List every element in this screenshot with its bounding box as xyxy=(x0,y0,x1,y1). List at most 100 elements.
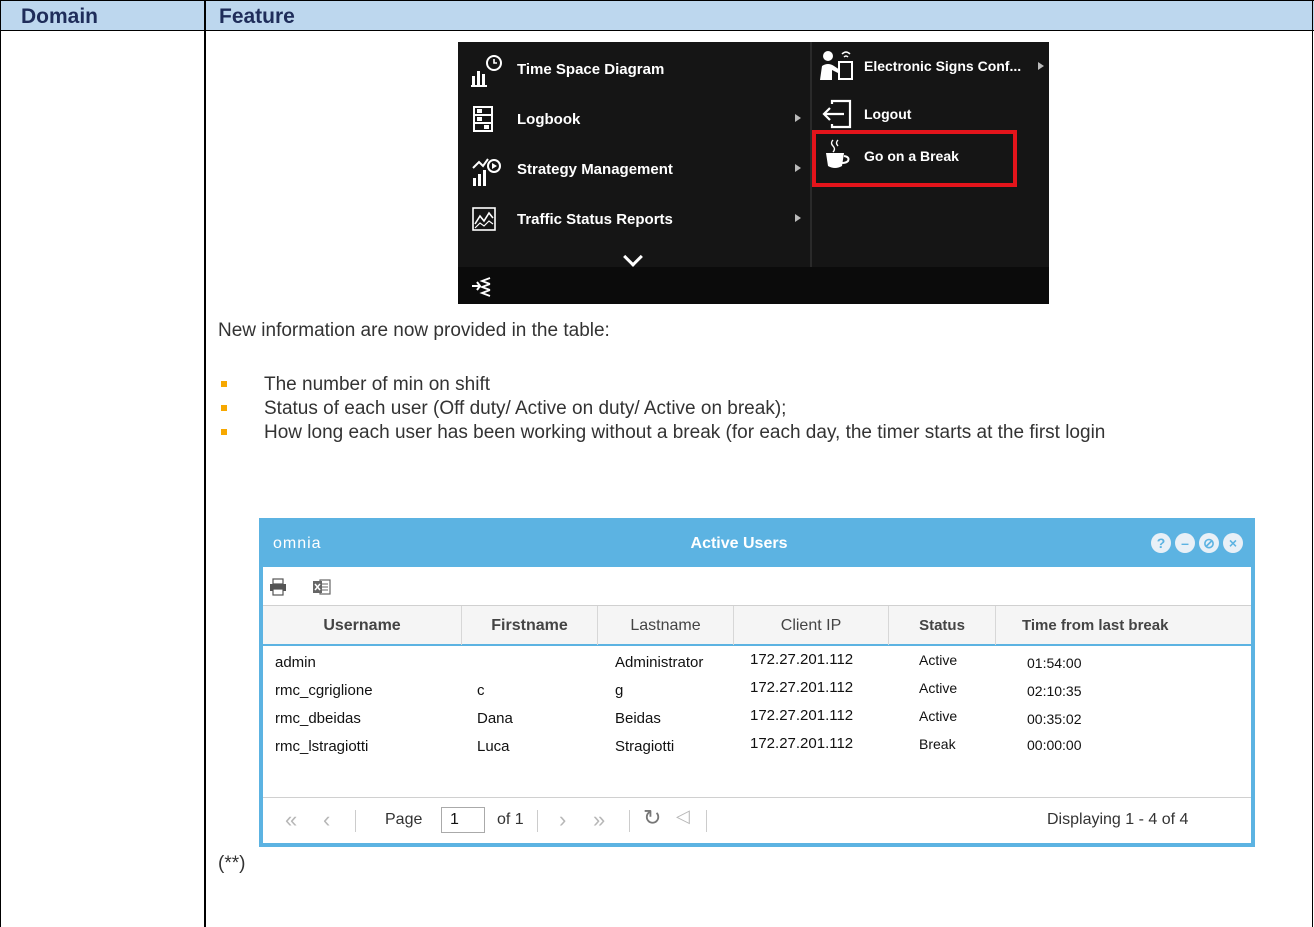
list-item: How long each user has been working with… xyxy=(218,421,1308,444)
menu-item-strategy-management[interactable]: Strategy Management xyxy=(458,146,810,196)
menu-item-traffic-status-reports[interactable]: Traffic Status Reports xyxy=(458,196,810,246)
chevron-down-icon[interactable] xyxy=(623,247,643,267)
menu-bottom-bar xyxy=(458,267,1049,304)
traffic-status-reports-icon xyxy=(470,204,504,238)
cell-status: Break xyxy=(919,736,956,752)
close-icon: × xyxy=(1228,535,1238,551)
table-header-row: Domain Feature xyxy=(1,0,1314,31)
restore-button[interactable]: ⊘ xyxy=(1199,533,1219,553)
footnote: (**) xyxy=(218,853,246,874)
page-number-input[interactable]: 1 xyxy=(441,807,485,833)
cell-username: rmc_cgriglione xyxy=(275,682,373,699)
bullet-square-icon xyxy=(221,429,227,435)
menu-item-label: Logout xyxy=(864,106,912,122)
window-controls: ? – ⊘ × xyxy=(1151,533,1243,553)
toolbar xyxy=(263,567,1251,605)
table-right-border xyxy=(1312,0,1313,927)
collapse-arrows-icon[interactable] xyxy=(470,275,492,297)
cell-lastname: Administrator xyxy=(615,654,704,671)
excel-export-icon[interactable] xyxy=(313,578,331,596)
list-item-text: Status of each user (Off duty/ Active on… xyxy=(264,398,787,419)
cell-status: Active xyxy=(919,652,958,668)
menu-item-electronic-signs[interactable]: Electronic Signs Conf... xyxy=(812,48,1049,88)
pager-separator xyxy=(537,810,538,832)
submenu-arrow-icon xyxy=(1038,62,1044,70)
menu-item-label: Strategy Management xyxy=(517,161,673,178)
minimize-icon: – xyxy=(1181,535,1189,551)
column-header-time-from-last-break[interactable]: Time from last break xyxy=(996,606,1251,645)
column-header-status[interactable]: Status xyxy=(889,606,996,645)
menu-item-label: Time Space Diagram xyxy=(517,61,665,78)
list-item: Status of each user (Off duty/ Active on… xyxy=(218,397,1308,420)
intro-paragraph: New information are now provided in the … xyxy=(218,320,610,341)
cell-firstname: Dana xyxy=(477,710,513,727)
table-row[interactable]: rmc_dbeidas Dana Beidas 172.27.201.112 A… xyxy=(263,705,1251,733)
menu-item-time-space-diagram[interactable]: Time Space Diagram xyxy=(458,46,810,96)
bullet-square-icon xyxy=(221,405,227,411)
close-button[interactable]: × xyxy=(1223,533,1243,553)
minimize-button[interactable]: – xyxy=(1175,533,1195,553)
logout-icon xyxy=(818,96,856,132)
clear-filter-icon[interactable]: ◁ xyxy=(676,806,690,827)
cell-lastname: Stragiotti xyxy=(615,738,675,755)
submenu-arrow-icon xyxy=(795,214,801,222)
refresh-icon[interactable]: ↻ xyxy=(643,805,661,831)
submenu-arrow-icon xyxy=(795,114,801,122)
time-space-diagram-icon xyxy=(470,54,504,88)
last-page-icon[interactable]: » xyxy=(593,807,605,833)
print-icon[interactable] xyxy=(269,578,287,596)
cell-status: Active xyxy=(919,708,958,724)
menu-screenshot: Time Space Diagram Logbook Strategy Mana… xyxy=(458,42,1049,304)
highlight-box xyxy=(812,130,1017,187)
pager-separator xyxy=(706,810,707,832)
page-label: Page xyxy=(385,811,423,828)
cell-status: Active xyxy=(919,680,958,696)
cell-client-ip: 172.27.201.112 xyxy=(750,679,854,696)
list-item-text: The number of min on shift xyxy=(264,374,490,395)
cell-time-from-last-break: 00:35:02 xyxy=(1027,711,1082,727)
header-domain: Domain xyxy=(21,5,99,28)
cell-firstname: Luca xyxy=(477,738,510,755)
header-feature: Feature xyxy=(219,5,295,28)
cell-firstname: c xyxy=(477,682,485,699)
table-row[interactable]: admin Administrator 172.27.201.112 Activ… xyxy=(263,649,1251,677)
submenu-arrow-icon xyxy=(795,164,801,172)
strategy-management-icon xyxy=(470,154,504,188)
paging-toolbar: « ‹ Page 1 of 1 › » ↻ ◁ Displaying 1 - 4… xyxy=(263,797,1251,843)
previous-page-icon[interactable]: ‹ xyxy=(323,807,330,833)
menu-item-logbook[interactable]: Logbook xyxy=(458,96,810,146)
cell-client-ip: 172.27.201.112 xyxy=(750,651,854,668)
help-button[interactable]: ? xyxy=(1151,533,1171,553)
help-icon: ? xyxy=(1156,535,1166,551)
cell-lastname: Beidas xyxy=(615,710,661,727)
column-header-firstname[interactable]: Firstname xyxy=(462,606,598,645)
cell-time-from-last-break: 01:54:00 xyxy=(1027,655,1082,671)
active-users-window: omnia Active Users ? – ⊘ × Username Firs… xyxy=(259,518,1255,847)
next-page-icon[interactable]: › xyxy=(559,807,566,833)
list-item: The number of min on shift xyxy=(218,373,1308,396)
logbook-icon xyxy=(470,104,504,138)
pager-separator xyxy=(629,810,630,832)
cell-username: rmc_dbeidas xyxy=(275,710,361,727)
first-page-icon[interactable]: « xyxy=(285,807,297,833)
cell-client-ip: 172.27.201.112 xyxy=(750,707,854,724)
menu-item-label: Electronic Signs Conf... xyxy=(864,58,1022,74)
table-row[interactable]: rmc_lstragiotti Luca Stragiotti 172.27.2… xyxy=(263,733,1251,761)
restore-icon: ⊘ xyxy=(1203,535,1215,551)
bullet-list: The number of min on shift Status of eac… xyxy=(218,373,1308,444)
column-divider xyxy=(204,0,206,927)
display-info: Displaying 1 - 4 of 4 xyxy=(1047,811,1189,828)
column-header-username[interactable]: Username xyxy=(263,606,462,645)
list-item-text: How long each user has been working with… xyxy=(264,422,1106,443)
column-header-client-ip[interactable]: Client IP xyxy=(734,606,889,645)
bullet-square-icon xyxy=(221,381,227,387)
electronic-signs-icon xyxy=(818,48,856,84)
page-of-label: of 1 xyxy=(497,811,524,828)
window-title: Active Users xyxy=(690,535,788,552)
grid-header: Username Firstname Lastname Client IP St… xyxy=(263,605,1251,646)
cell-username: admin xyxy=(275,654,316,671)
column-header-lastname[interactable]: Lastname xyxy=(598,606,734,645)
table-row[interactable]: rmc_cgriglione c g 172.27.201.112 Active… xyxy=(263,677,1251,705)
cell-lastname: g xyxy=(615,682,624,699)
cell-time-from-last-break: 02:10:35 xyxy=(1027,683,1082,699)
